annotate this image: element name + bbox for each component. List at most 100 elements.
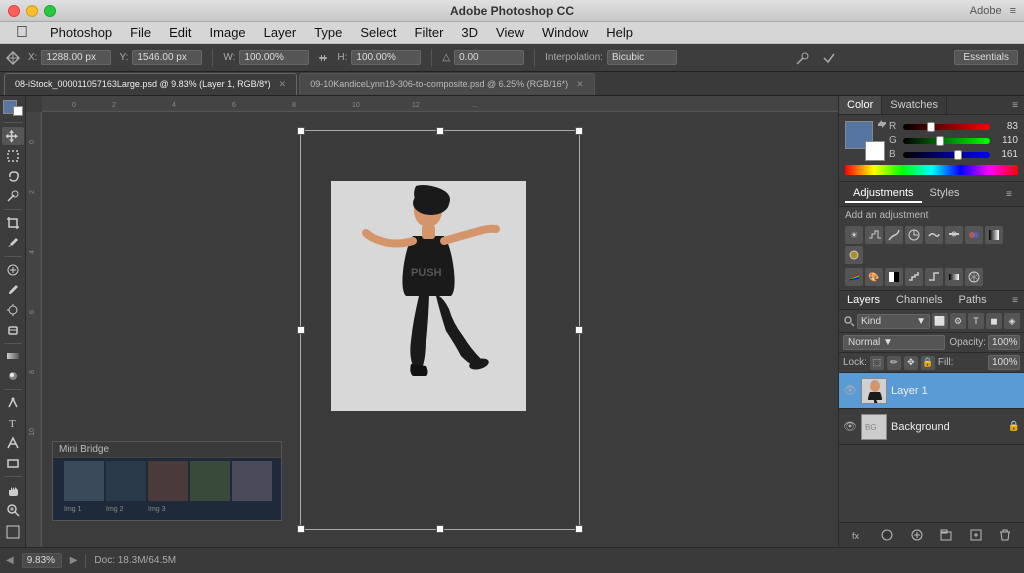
adj-exposure-icon[interactable] (905, 226, 923, 244)
paths-tab[interactable]: Paths (951, 291, 995, 309)
menu-image[interactable]: Image (202, 23, 254, 42)
check-icon[interactable] (822, 51, 836, 65)
layer-item-layer1[interactable]: 👁 Layer 1 (839, 373, 1024, 409)
r-slider-track[interactable] (903, 124, 990, 130)
layer-filter-adj[interactable]: ⚙ (950, 313, 966, 329)
menu-type[interactable]: Type (306, 23, 350, 42)
adj-invert-icon[interactable] (885, 268, 903, 286)
adj-vibrance-icon[interactable] (925, 226, 943, 244)
color-spectrum[interactable] (845, 165, 1018, 175)
x-value[interactable]: 1288.00 px (41, 50, 111, 65)
tool-lasso[interactable] (2, 167, 24, 185)
layer-delete-button[interactable] (996, 526, 1014, 544)
nav-prev-arrow[interactable]: ◀ (6, 555, 14, 566)
tool-dodge[interactable] (2, 367, 24, 385)
g-slider-track[interactable] (903, 138, 990, 144)
tool-pen[interactable] (2, 394, 24, 412)
minimize-button[interactable] (26, 5, 38, 17)
adj-curves-icon[interactable] (885, 226, 903, 244)
adj-photofilter-icon[interactable] (845, 246, 863, 264)
color-tab[interactable]: Color (839, 96, 882, 114)
menu-select[interactable]: Select (352, 23, 404, 42)
handle-top-center[interactable] (436, 127, 444, 135)
tab-2[interactable]: 09-10KandiceLynn19-306-to-composite.psd … (299, 73, 595, 95)
blend-mode-selector[interactable]: Normal ▼ (843, 335, 945, 350)
adj-panel-menu[interactable]: ≡ (1000, 187, 1018, 202)
adjustments-tab[interactable]: Adjustments (845, 185, 922, 203)
tool-magic-wand[interactable] (2, 187, 24, 205)
lock-all-icon[interactable]: 🔒 (921, 356, 935, 370)
adj-selectivecolor-icon[interactable] (965, 268, 983, 286)
layer-new-button[interactable] (967, 526, 985, 544)
tool-shape[interactable] (2, 454, 24, 472)
tool-move[interactable] (2, 127, 24, 145)
close-button[interactable] (8, 5, 20, 17)
adj-channelmix-icon[interactable] (845, 268, 863, 286)
handle-top-left[interactable] (297, 127, 305, 135)
adj-threshold-icon[interactable] (925, 268, 943, 286)
lock-transparent-icon[interactable]: ⬚ (870, 356, 884, 370)
tool-screen-mode[interactable] (2, 521, 24, 543)
menu-filter[interactable]: Filter (407, 23, 452, 42)
handle-bottom-center[interactable] (436, 525, 444, 533)
tool-clone[interactable] (2, 301, 24, 319)
styles-tab[interactable]: Styles (922, 185, 968, 203)
nav-next-arrow[interactable]: ▶ (70, 555, 78, 566)
tool-eyedropper[interactable] (2, 234, 24, 252)
interp-value[interactable]: Bicubic (607, 50, 677, 65)
handle-top-right[interactable] (575, 127, 583, 135)
adj-posterize-icon[interactable] (905, 268, 923, 286)
adj-brightness-icon[interactable]: ☀ (845, 226, 863, 244)
tab-2-close[interactable]: ✕ (576, 79, 584, 90)
w-value[interactable]: 100.00% (239, 50, 309, 65)
adj-colorbalance-icon[interactable] (965, 226, 983, 244)
tool-eraser[interactable] (2, 321, 24, 339)
tool-text[interactable]: T (2, 414, 24, 432)
adj-hsl-icon[interactable] (945, 226, 963, 244)
menu-3d[interactable]: 3D (453, 23, 486, 42)
layer-filter-pixel[interactable]: ⬜ (932, 313, 948, 329)
zoom-level[interactable]: 9.83% (22, 553, 62, 568)
menu-file[interactable]: File (122, 23, 159, 42)
lock-pixels-icon[interactable]: ✏ (887, 356, 901, 370)
canvas-area[interactable]: 0 2 4 6 8 10 12 ... 0 2 4 6 8 10 (26, 96, 838, 547)
layer-item-background[interactable]: 👁 BG Background 🔒 (839, 409, 1024, 445)
lock-position-icon[interactable]: ✥ (904, 356, 918, 370)
layer-fx-button[interactable]: fx (849, 526, 867, 544)
swap-colors-icon[interactable] (877, 119, 887, 129)
kind-selector[interactable]: Kind ▼ (857, 314, 930, 329)
apple-menu[interactable]:  (8, 22, 36, 44)
y-value[interactable]: 1546.00 px (132, 50, 202, 65)
menu-window[interactable]: Window (534, 23, 596, 42)
layer-filter-shape[interactable]: ◼ (986, 313, 1002, 329)
layers-tab[interactable]: Layers (839, 291, 888, 309)
b-slider-thumb[interactable] (954, 150, 962, 160)
adj-bw-icon[interactable] (985, 226, 1003, 244)
color-panel-menu[interactable]: ≡ (1006, 98, 1024, 113)
layer-filter-smartobj[interactable]: ◈ (1004, 313, 1020, 329)
tool-crop[interactable] (2, 214, 24, 232)
channels-tab[interactable]: Channels (888, 291, 950, 309)
tool-marquee[interactable] (2, 147, 24, 165)
layer-mask-button[interactable] (878, 526, 896, 544)
handle-bottom-left[interactable] (297, 525, 305, 533)
r-slider-thumb[interactable] (927, 122, 935, 132)
layer1-visibility-toggle[interactable]: 👁 (843, 384, 857, 398)
layer-filter-type[interactable]: T (968, 313, 984, 329)
background-color[interactable] (865, 141, 885, 161)
fill-value[interactable]: 100% (988, 355, 1020, 370)
menu-layer[interactable]: Layer (256, 23, 305, 42)
adj-gradientmap-icon[interactable] (945, 268, 963, 286)
menu-help[interactable]: Help (598, 23, 641, 42)
tool-gradient[interactable] (2, 347, 24, 365)
tool-path-select[interactable] (2, 434, 24, 452)
menu-photoshop[interactable]: Photoshop (42, 23, 120, 42)
tool-healing[interactable] (2, 261, 24, 279)
handle-mid-right[interactable] (575, 326, 583, 334)
essentials-button[interactable]: Essentials (954, 50, 1018, 65)
swatches-tab[interactable]: Swatches (882, 96, 947, 114)
g-slider-thumb[interactable] (936, 136, 944, 146)
color-swatches-fg-bg[interactable] (845, 121, 885, 161)
color-indicator[interactable] (3, 100, 23, 116)
h-value[interactable]: 100.00% (351, 50, 421, 65)
